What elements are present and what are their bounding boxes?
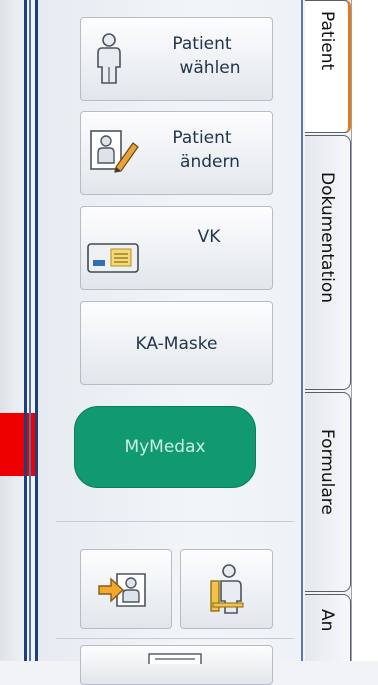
- separator: [56, 638, 294, 639]
- tab-strip-border: [351, 0, 352, 661]
- separator: [56, 521, 294, 522]
- patient-waehlen-button[interactable]: Patient wählen: [80, 17, 273, 101]
- partial-bottom-button[interactable]: [80, 645, 273, 685]
- panel-divider: [301, 0, 303, 661]
- tab-strip-edge: [351, 0, 378, 661]
- left-background: [0, 0, 24, 661]
- patient-aendern-label-line2: ändern: [180, 152, 240, 172]
- tab-formulare[interactable]: Formulare: [305, 392, 351, 592]
- seated-person-icon: [210, 564, 244, 614]
- tab-an-label: An: [317, 609, 337, 632]
- patient-waehlen-label-line1: Patient: [172, 34, 232, 54]
- frame-border-inner: [29, 0, 31, 661]
- seated-patient-button[interactable]: [180, 549, 273, 629]
- vk-label: VK: [197, 227, 221, 247]
- tab-dokumentation-label: Dokumentation: [317, 172, 337, 304]
- frame-border: [24, 0, 27, 661]
- list-icon: [148, 653, 202, 664]
- patient-waehlen-label-line2: wählen: [179, 58, 241, 78]
- person-icon: [97, 33, 121, 84]
- patient-aendern-button[interactable]: Patient ändern: [80, 111, 273, 195]
- mymedax-button[interactable]: MyMedax: [74, 406, 256, 488]
- patient-aendern-label-line1: Patient: [172, 128, 232, 148]
- tab-an[interactable]: An: [305, 594, 351, 661]
- transfer-person-icon: [98, 573, 146, 607]
- vk-button[interactable]: VK: [80, 206, 273, 290]
- tab-formulare-label: Formulare: [317, 429, 337, 515]
- tab-patient-label: Patient: [317, 11, 337, 71]
- ka-maske-label: KA-Maske: [135, 334, 218, 354]
- tab-dokumentation[interactable]: Dokumentation: [305, 135, 351, 390]
- transfer-patient-button[interactable]: [80, 549, 172, 629]
- edit-person-icon: [90, 130, 139, 173]
- insurance-card-icon: [87, 243, 139, 273]
- tab-patient[interactable]: Patient: [305, 0, 351, 133]
- ka-maske-button[interactable]: KA-Maske: [80, 301, 273, 385]
